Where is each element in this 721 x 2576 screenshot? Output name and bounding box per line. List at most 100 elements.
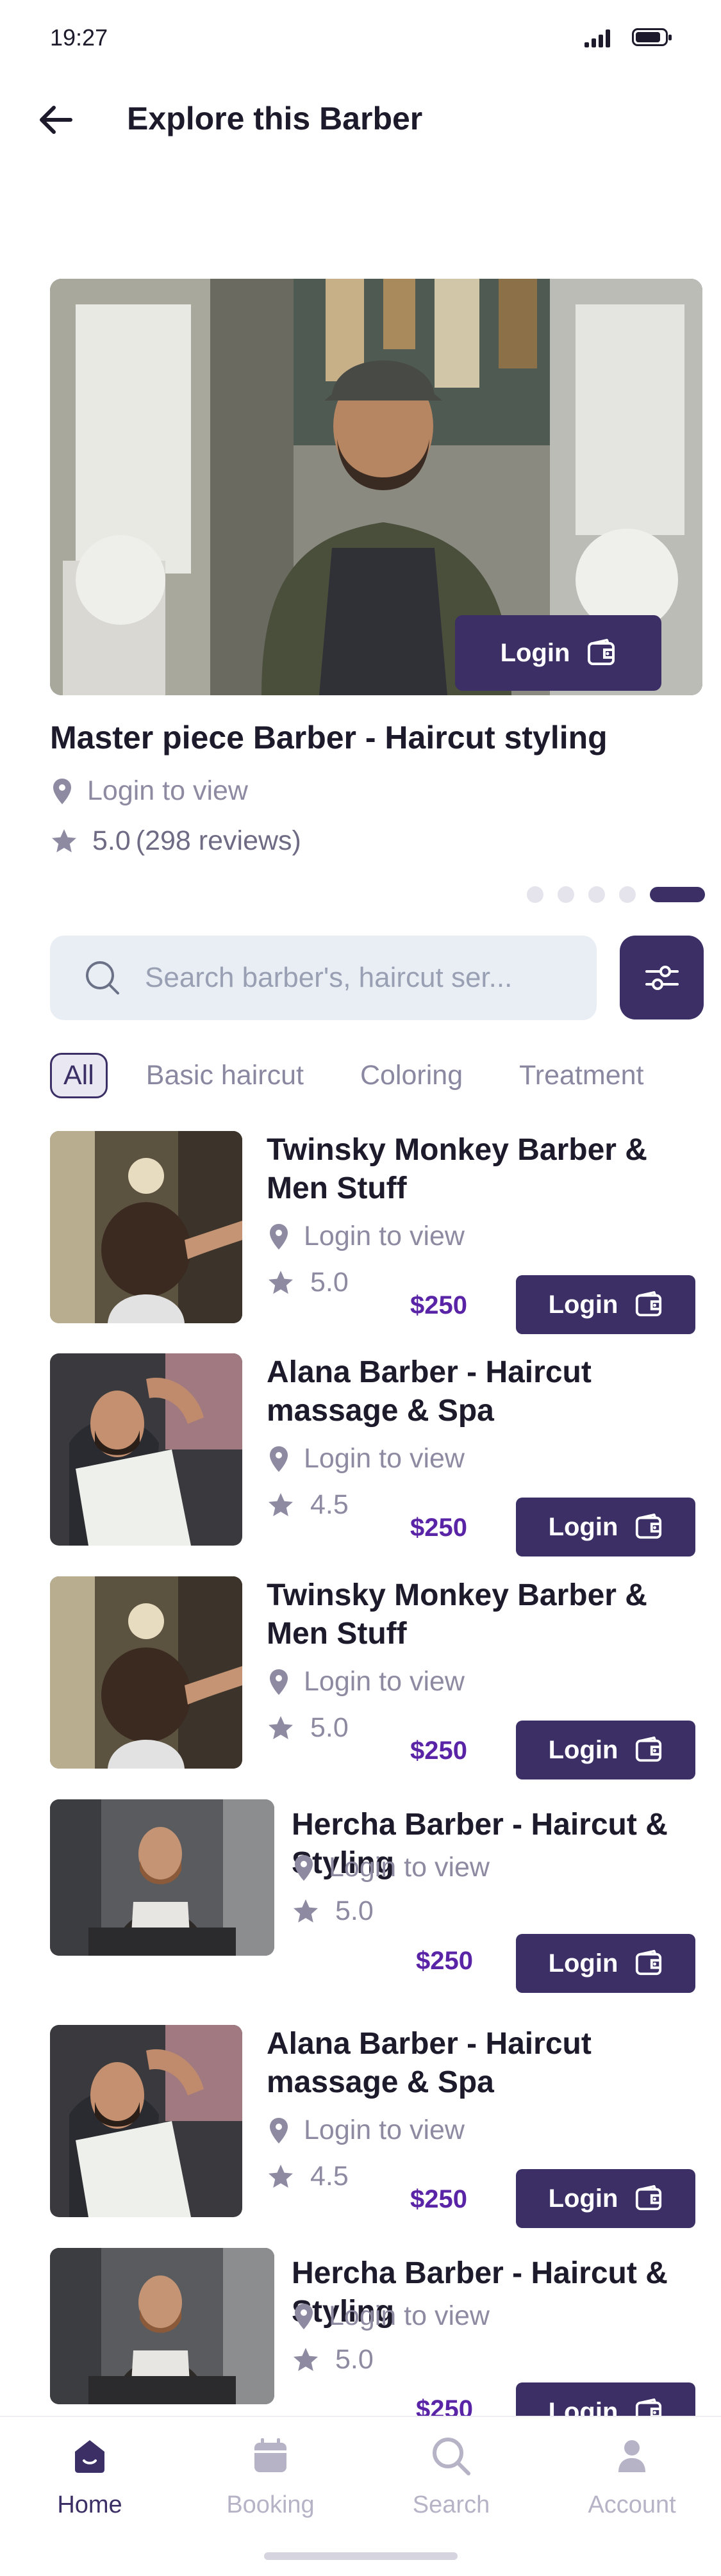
barber-name[interactable]: Alana Barber - Haircut massage & Spa — [267, 2025, 677, 2102]
header: Explore this Barber — [0, 83, 721, 154]
barber-location: Login to view — [269, 1443, 465, 1474]
featured-location-text: Login to view — [87, 775, 248, 806]
barber-login-button[interactable]: Login — [516, 1721, 695, 1779]
barber-rating-value: 5.0 — [335, 2344, 374, 2375]
nav-booking[interactable]: Booking — [206, 2435, 335, 2519]
barber-rating-value: 4.5 — [310, 2161, 349, 2192]
location-pin-icon — [270, 1669, 288, 1695]
barber-price: $250 — [410, 1291, 467, 1319]
carousel-indicator — [527, 886, 705, 903]
location-pin-icon — [270, 1446, 288, 1472]
barber-login-button[interactable]: Login — [516, 1934, 695, 1993]
barber-location-text: Login to view — [304, 1666, 465, 1697]
barber-card[interactable]: Alana Barber - Haircut massage & Spa Logi… — [50, 1353, 704, 1556]
carousel-dot[interactable] — [619, 886, 636, 903]
barber-name[interactable]: Alana Barber - Haircut massage & Spa — [267, 1353, 677, 1430]
star-icon — [269, 1715, 293, 1739]
barber-card[interactable]: Twinsky Monkey Barber & Men Stuff Login t… — [50, 1576, 704, 1779]
barber-card[interactable]: Twinsky Monkey Barber & Men Stuff Login t… — [50, 1131, 704, 1334]
wallet-icon — [636, 1291, 662, 1317]
barber-rating: 4.5 — [267, 2161, 349, 2192]
chip-basic-haircut[interactable]: Basic haircut — [146, 1060, 304, 1091]
barber-card[interactable]: Hercha Barber - Haircut & Styling Login t… — [50, 2248, 704, 2441]
filter-button[interactable] — [620, 936, 704, 1020]
wallet-icon — [636, 1736, 662, 1762]
barber-location: Login to view — [269, 2115, 465, 2146]
star-icon — [294, 2347, 318, 2371]
wallet-icon — [636, 2184, 662, 2211]
back-button[interactable] — [33, 97, 78, 142]
barber-location: Login to view — [269, 1666, 465, 1697]
search-nav-icon — [433, 2438, 470, 2475]
location-pin-icon — [270, 1223, 288, 1250]
featured-reviews: (298 reviews) — [135, 825, 301, 856]
barber-login-label: Login — [548, 1512, 618, 1541]
carousel-dot-active[interactable] — [650, 887, 705, 902]
barber-rating: 5.0 — [292, 1895, 374, 1927]
hero-login-button[interactable]: Login — [455, 615, 661, 691]
barber-rating: 5.0 — [292, 2344, 374, 2375]
barber-location-text: Login to view — [304, 1443, 465, 1474]
location-pin-icon — [53, 778, 71, 804]
nav-home-label: Home — [57, 2491, 122, 2518]
star-icon — [269, 2164, 293, 2188]
signal-icon — [584, 28, 611, 47]
barber-rating: 5.0 — [267, 1267, 349, 1298]
hero-login-label: Login — [500, 638, 570, 667]
search-input[interactable]: Search barber's, haircut ser... — [50, 936, 597, 1020]
barber-photo — [50, 1131, 242, 1323]
nav-account-label: Account — [588, 2491, 676, 2518]
barber-login-button[interactable]: Login — [516, 1275, 695, 1334]
barber-location-text: Login to view — [329, 2300, 490, 2331]
barber-name[interactable]: Twinsky Monkey Barber & Men Stuff — [267, 1576, 677, 1653]
chip-coloring[interactable]: Coloring — [360, 1060, 463, 1091]
barber-login-button[interactable]: Login — [516, 1498, 695, 1556]
location-pin-icon — [295, 2303, 313, 2329]
battery-icon — [632, 28, 672, 46]
star-icon — [269, 1270, 293, 1294]
status-time: 19:27 — [50, 24, 108, 51]
sliders-icon — [645, 965, 679, 990]
nav-booking-label: Booking — [226, 2491, 315, 2518]
featured-rating: 5.0 (298 reviews) — [50, 825, 301, 857]
barber-location-text: Login to view — [329, 1852, 490, 1883]
barber-photo — [50, 1576, 242, 1769]
home-icon — [75, 2440, 104, 2473]
status-bar: 19:27 — [0, 0, 721, 77]
barber-rating: 5.0 — [267, 1712, 349, 1744]
barber-rating-value: 5.0 — [335, 1895, 374, 1926]
barber-price: $250 — [410, 2185, 467, 2213]
category-chips: All Basic haircut Coloring Treatment — [50, 1050, 700, 1101]
wallet-icon — [588, 639, 615, 665]
barber-card[interactable]: Hercha Barber - Haircut & Styling Login t… — [50, 1799, 704, 1993]
barber-login-button[interactable]: Login — [516, 2169, 695, 2228]
carousel-dot[interactable] — [558, 886, 574, 903]
calendar-icon — [254, 2438, 286, 2472]
chip-all[interactable]: All — [50, 1052, 108, 1098]
barber-login-label: Login — [548, 1949, 618, 1977]
barber-rating-value: 4.5 — [310, 1489, 349, 1520]
nav-search[interactable]: Search — [387, 2435, 515, 2519]
page-title: Explore this Barber — [127, 101, 423, 136]
barber-rating: 4.5 — [267, 1489, 349, 1521]
search-placeholder: Search barber's, haircut ser... — [145, 962, 513, 993]
barber-photo — [50, 1799, 274, 1956]
barber-price: $250 — [410, 1514, 467, 1542]
barber-location: Login to view — [294, 1852, 490, 1883]
carousel-dot[interactable] — [527, 886, 543, 903]
barber-photo — [50, 2025, 242, 2217]
location-pin-icon — [295, 1854, 313, 1881]
carousel-dot[interactable] — [588, 886, 605, 903]
barber-photo — [50, 1353, 242, 1546]
barber-photo — [50, 2248, 274, 2404]
barber-card[interactable]: Alana Barber - Haircut massage & Spa Logi… — [50, 2025, 704, 2228]
barber-rating-value: 5.0 — [310, 1267, 349, 1298]
search-icon — [86, 961, 119, 995]
chip-treatment[interactable]: Treatment — [519, 1060, 643, 1091]
barber-rating-value: 5.0 — [310, 1712, 349, 1743]
user-icon — [618, 2440, 645, 2472]
featured-title: Master piece Barber - Haircut styling — [50, 720, 608, 755]
nav-account[interactable]: Account — [568, 2435, 696, 2519]
nav-home[interactable]: Home — [26, 2435, 154, 2519]
barber-name[interactable]: Twinsky Monkey Barber & Men Stuff — [267, 1131, 677, 1208]
